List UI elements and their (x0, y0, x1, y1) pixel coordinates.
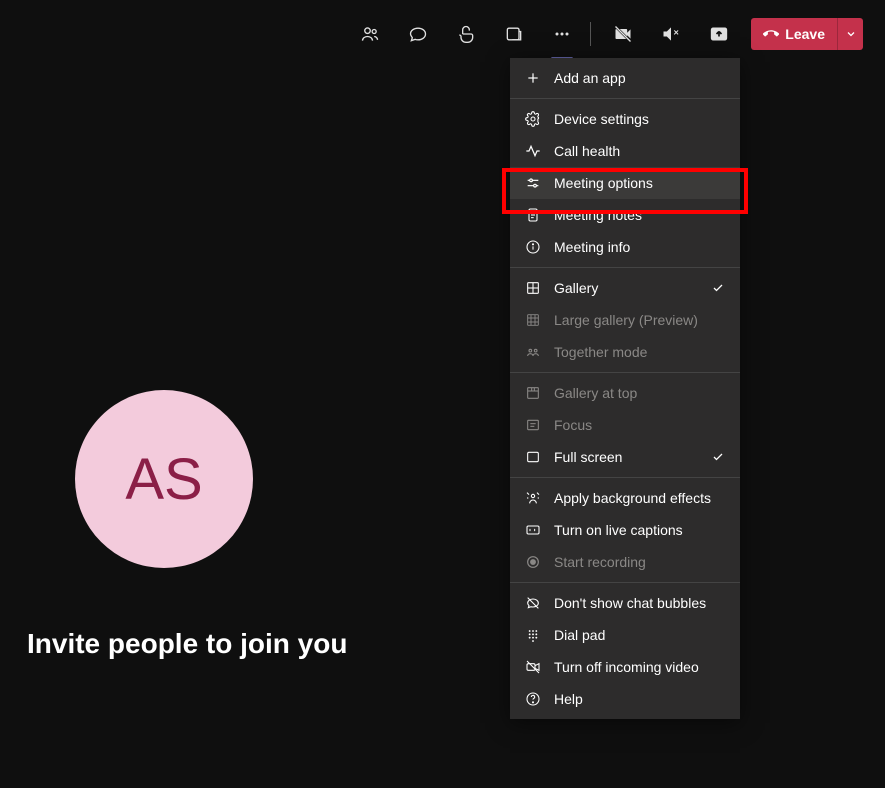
menu-dont-show-chat[interactable]: Don't show chat bubbles (510, 587, 740, 619)
chat-off-icon (524, 594, 542, 612)
menu-gallery-at-top: Gallery at top (510, 377, 740, 409)
svg-text:×: × (674, 28, 679, 38)
menu-large-gallery: Large gallery (Preview) (510, 304, 740, 336)
menu-meeting-options[interactable]: Meeting options (510, 167, 740, 199)
menu-label: Help (554, 691, 726, 707)
menu-label: Turn off incoming video (554, 659, 726, 675)
toolbar-divider (590, 22, 591, 46)
menu-label: Start recording (554, 554, 726, 570)
menu-together-mode: Together mode (510, 336, 740, 368)
menu-add-app[interactable]: Add an app (510, 62, 740, 94)
leave-button-group: Leave (751, 18, 863, 50)
focus-icon (524, 416, 542, 434)
pulse-icon (524, 142, 542, 160)
menu-label: Full screen (554, 449, 698, 465)
check-icon (710, 280, 726, 296)
menu-full-screen[interactable]: Full screen (510, 441, 740, 473)
menu-live-captions[interactable]: Turn on live captions (510, 514, 740, 546)
menu-label: Focus (554, 417, 726, 433)
large-gallery-icon (524, 311, 542, 329)
menu-meeting-info[interactable]: Meeting info (510, 231, 740, 263)
menu-apply-background[interactable]: Apply background effects (510, 482, 740, 514)
chat-icon[interactable] (394, 18, 442, 50)
camera-off-icon[interactable] (599, 18, 647, 50)
rooms-icon[interactable] (490, 18, 538, 50)
menu-dial-pad[interactable]: Dial pad (510, 619, 740, 651)
menu-label: Meeting info (554, 239, 726, 255)
info-icon (524, 238, 542, 256)
leave-label: Leave (785, 26, 825, 42)
notes-icon (524, 206, 542, 224)
menu-gallery[interactable]: Gallery (510, 272, 740, 304)
menu-label: Meeting options (554, 175, 726, 191)
reactions-icon[interactable] (442, 18, 490, 50)
gear-icon (524, 110, 542, 128)
menu-label: Large gallery (Preview) (554, 312, 726, 328)
menu-focus: Focus (510, 409, 740, 441)
fullscreen-icon (524, 448, 542, 466)
menu-label: Gallery (554, 280, 698, 296)
participant-avatar: AS (75, 390, 253, 568)
record-icon (524, 553, 542, 571)
more-actions-icon[interactable] (538, 18, 586, 50)
more-actions-menu: Add an app Device settings Call health M… (510, 58, 740, 719)
menu-label: Call health (554, 143, 726, 159)
meeting-toolbar: × Leave (346, 18, 863, 50)
menu-label: Gallery at top (554, 385, 726, 401)
together-icon (524, 343, 542, 361)
menu-label: Dial pad (554, 627, 726, 643)
leave-chevron-icon[interactable] (837, 18, 863, 50)
dialpad-icon (524, 626, 542, 644)
help-icon (524, 690, 542, 708)
menu-device-settings[interactable]: Device settings (510, 103, 740, 135)
leave-button[interactable]: Leave (751, 18, 837, 50)
check-icon (710, 449, 726, 465)
gallery-icon (524, 279, 542, 297)
background-icon (524, 489, 542, 507)
menu-call-health[interactable]: Call health (510, 135, 740, 167)
menu-meeting-notes[interactable]: Meeting notes (510, 199, 740, 231)
video-off-icon (524, 658, 542, 676)
share-screen-icon[interactable] (695, 18, 743, 50)
menu-label: Apply background effects (554, 490, 726, 506)
menu-label: Don't show chat bubbles (554, 595, 726, 611)
plus-icon (524, 69, 542, 87)
gallery-top-icon (524, 384, 542, 402)
captions-icon (524, 521, 542, 539)
invite-heading: Invite people to join you (27, 628, 347, 660)
menu-label: Turn on live captions (554, 522, 726, 538)
menu-label: Add an app (554, 70, 726, 86)
menu-label: Together mode (554, 344, 726, 360)
sliders-icon (524, 174, 542, 192)
menu-help[interactable]: Help (510, 683, 740, 715)
menu-label: Meeting notes (554, 207, 726, 223)
participants-icon[interactable] (346, 18, 394, 50)
menu-turn-off-incoming-video[interactable]: Turn off incoming video (510, 651, 740, 683)
mic-muted-icon[interactable]: × (647, 18, 695, 50)
menu-label: Device settings (554, 111, 726, 127)
menu-start-recording: Start recording (510, 546, 740, 578)
avatar-initials: AS (125, 446, 202, 513)
